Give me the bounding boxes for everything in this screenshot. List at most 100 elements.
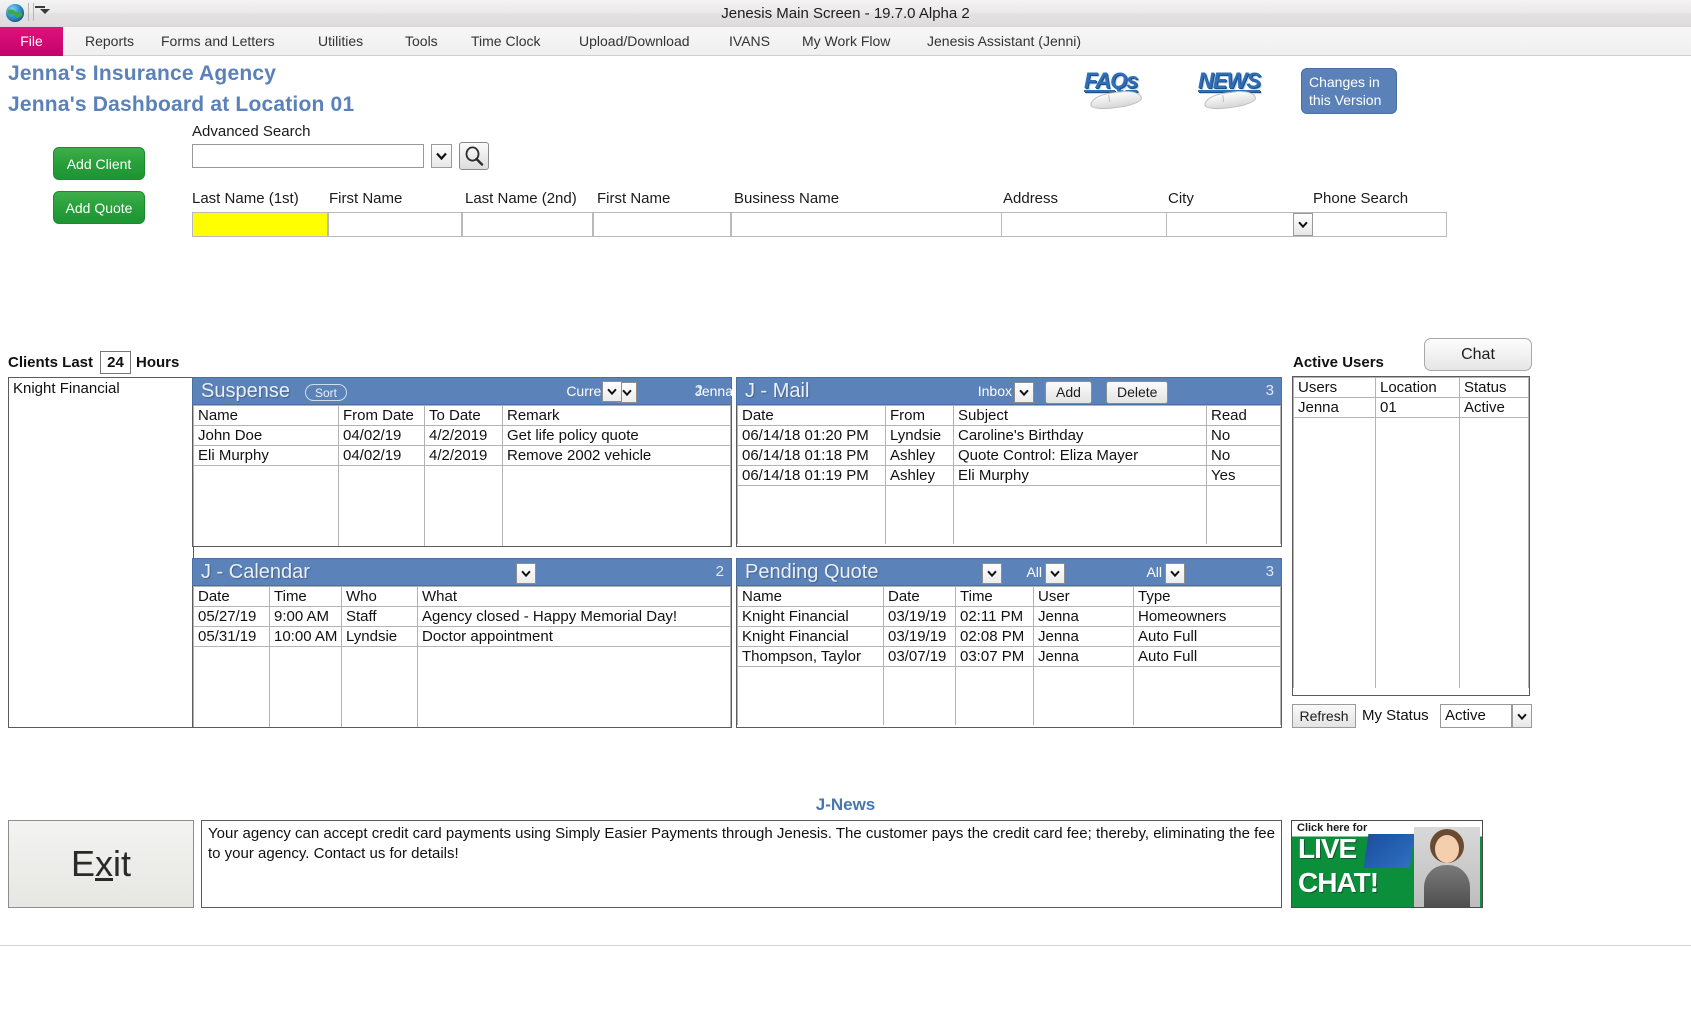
search-input-last-name-1st[interactable]	[192, 212, 328, 237]
search-input-phone-search[interactable]	[1312, 212, 1447, 237]
exit-label-accesskey: x	[95, 843, 113, 885]
menu-item-reports[interactable]: Reports	[79, 27, 140, 56]
news-link[interactable]: NEWS	[1198, 68, 1278, 110]
col-date: Date	[884, 587, 956, 607]
jmail-count: 3	[1266, 382, 1274, 399]
table-header-row: Date From Subject Read	[738, 406, 1281, 426]
table-row[interactable]: Jenna 01 Active	[1294, 398, 1529, 418]
search-input-first-name-1[interactable]	[328, 212, 462, 237]
jmail-title: J - Mail	[745, 380, 809, 403]
cell-from: Ashley	[886, 466, 954, 486]
changes-in-this-version-button[interactable]: Changes in this Version	[1301, 68, 1397, 114]
table-row[interactable]: Eli Murphy 04/02/19 4/2/2019 Remove 2002…	[194, 446, 731, 466]
exit-button[interactable]: Exit	[8, 820, 194, 908]
magnifier-icon	[464, 146, 484, 166]
table-row[interactable]: Knight Financial 03/19/19 02:08 PM Jenna…	[738, 627, 1281, 647]
cell-user: Jenna	[1034, 627, 1134, 647]
cell-to-date: 4/2/2019	[425, 426, 503, 446]
refresh-button[interactable]: Refresh	[1292, 704, 1356, 728]
jmail-grid[interactable]: Date From Subject Read 06/14/18 01:20 PM…	[736, 405, 1282, 547]
col-users: Users	[1294, 378, 1376, 398]
pending-quote-type-filter-label: All	[1057, 564, 1162, 580]
search-button[interactable]	[459, 142, 489, 170]
cell-date: 05/31/19	[194, 627, 270, 647]
search-input-business-name[interactable]	[731, 212, 1002, 237]
cell-date: 06/14/18 01:20 PM	[738, 426, 886, 446]
menu-item-tools[interactable]: Tools	[399, 27, 444, 56]
live-chat-banner[interactable]: Click here for LIVE CHAT!	[1291, 820, 1483, 908]
jcalendar-grid[interactable]: Date Time Who What 05/27/19 9:00 AM Staf…	[192, 586, 732, 728]
jmail-add-button[interactable]: Add	[1045, 381, 1092, 404]
table-row[interactable]: Thompson, Taylor 03/07/19 03:07 PM Jenna…	[738, 647, 1281, 667]
pending-quote-grid[interactable]: Name Date Time User Type Knight Financia…	[736, 586, 1282, 728]
window-title: Jenesis Main Screen - 19.7.0 Alpha 2	[0, 0, 1691, 27]
add-quote-button[interactable]: Add Quote	[53, 191, 145, 224]
cell-from: Ashley	[886, 446, 954, 466]
table-row[interactable]: 05/27/19 9:00 AM Staff Agency closed - H…	[194, 607, 731, 627]
cell-from: Lyndsie	[886, 426, 954, 446]
table-header-row: Users Location Status	[1294, 378, 1529, 398]
jcalendar-filter-dropdown[interactable]	[516, 563, 536, 584]
clients-hours-input[interactable]: 24	[100, 351, 131, 374]
menu-item-utilities[interactable]: Utilities	[312, 27, 369, 56]
advanced-search-dropdown-arrow[interactable]	[431, 144, 452, 168]
jcalendar-title: J - Calendar	[201, 561, 310, 584]
suspense-grid[interactable]: Name From Date To Date Remark John Doe 0…	[192, 405, 732, 547]
suspense-user-filter-dropdown[interactable]	[602, 381, 622, 402]
table-row[interactable]: 05/31/19 10:00 AM Lyndsie Doctor appoint…	[194, 627, 731, 647]
advanced-search-label: Advanced Search	[192, 123, 310, 140]
search-input-last-name-2nd[interactable]	[462, 212, 593, 237]
suspense-panel: Suspense Sort Current Jenna 2 Name From …	[192, 377, 732, 547]
dashboard-subtitle: Jenna's Dashboard at Location 01	[8, 93, 354, 117]
cell-from-date: 04/02/19	[339, 426, 425, 446]
jmail-table: Date From Subject Read 06/14/18 01:20 PM…	[737, 405, 1281, 544]
add-client-button[interactable]: Add Client	[53, 147, 145, 180]
cell-location: 01	[1376, 398, 1460, 418]
menu-item-jenesis-assistant[interactable]: Jenesis Assistant (Jenni)	[921, 27, 1087, 56]
cell-user: Jenna	[1294, 398, 1376, 418]
menu-item-my-work-flow[interactable]: My Work Flow	[796, 27, 896, 56]
jnews-message: Your agency can accept credit card payme…	[201, 820, 1282, 908]
col-date: Date	[738, 406, 886, 426]
list-item[interactable]: Knight Financial	[9, 378, 193, 397]
col-time: Time	[956, 587, 1034, 607]
table-row[interactable]: 06/14/18 01:19 PM Ashley Eli Murphy Yes	[738, 466, 1281, 486]
jmail-delete-button[interactable]: Delete	[1106, 381, 1168, 404]
chevron-down-icon	[1170, 570, 1180, 577]
menu-item-time-clock[interactable]: Time Clock	[465, 27, 547, 56]
table-row-empty	[194, 647, 731, 727]
table-row[interactable]: 06/14/18 01:20 PM Lyndsie Caroline's Bir…	[738, 426, 1281, 446]
cell-what: Agency closed - Happy Memorial Day!	[418, 607, 731, 627]
suspense-sort-button[interactable]: Sort	[305, 384, 347, 401]
jmail-folder-dropdown[interactable]	[1014, 382, 1034, 403]
menu-item-forms-and-letters[interactable]: Forms and Letters	[155, 27, 281, 56]
table-row-empty	[1294, 418, 1529, 688]
advanced-search-input[interactable]	[192, 144, 424, 168]
chat-button[interactable]: Chat	[1424, 338, 1532, 371]
clients-last-list[interactable]: Knight Financial	[8, 377, 194, 728]
search-input-city[interactable]	[1166, 212, 1313, 237]
cell-remark: Remove 2002 vehicle	[503, 446, 731, 466]
col-name: Name	[194, 406, 339, 426]
cell-date: 06/14/18 01:19 PM	[738, 466, 886, 486]
table-row[interactable]: John Doe 04/02/19 4/2/2019 Get life poli…	[194, 426, 731, 446]
menu-item-ivans[interactable]: IVANS	[723, 27, 776, 56]
col-status: Status	[1460, 378, 1529, 398]
table-row[interactable]: Knight Financial 03/19/19 02:11 PM Jenna…	[738, 607, 1281, 627]
cell-time: 02:08 PM	[956, 627, 1034, 647]
pending-quote-type-dropdown[interactable]	[1165, 563, 1185, 584]
table-row[interactable]: 06/14/18 01:18 PM Ashley Quote Control: …	[738, 446, 1281, 466]
search-input-first-name-2[interactable]	[593, 212, 731, 237]
search-input-address[interactable]	[1001, 212, 1167, 237]
active-users-table: Users Location Status Jenna 01 Active	[1293, 377, 1529, 688]
menu-item-file[interactable]: File	[0, 27, 63, 56]
jcalendar-table: Date Time Who What 05/27/19 9:00 AM Staf…	[193, 586, 731, 727]
active-users-grid[interactable]: Users Location Status Jenna 01 Active	[1292, 376, 1530, 696]
my-status-select[interactable]: Active	[1440, 704, 1512, 728]
my-status-dropdown-arrow[interactable]	[1512, 704, 1532, 728]
phone-search-dropdown-arrow[interactable]	[1293, 213, 1313, 236]
menu-item-upload-download[interactable]: Upload/Download	[573, 27, 696, 56]
cell-who: Lyndsie	[342, 627, 418, 647]
cell-to-date: 4/2/2019	[425, 446, 503, 466]
faqs-link[interactable]: FAQs	[1084, 68, 1164, 110]
